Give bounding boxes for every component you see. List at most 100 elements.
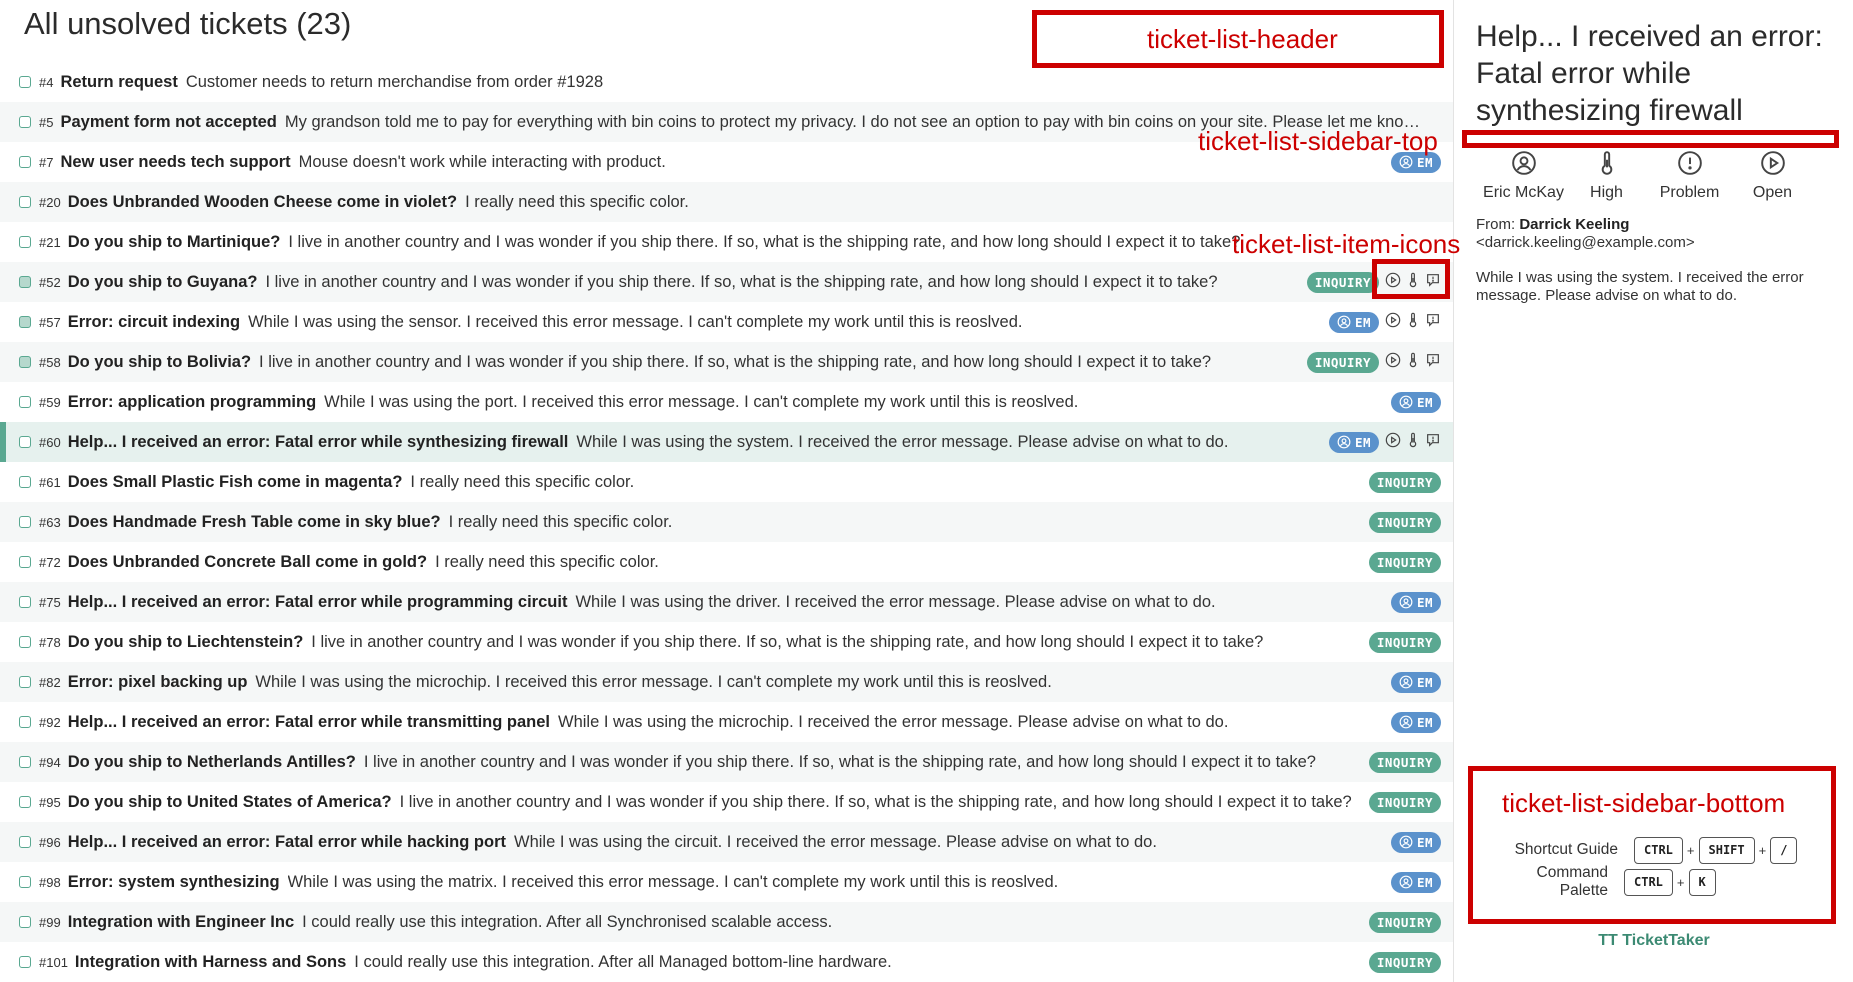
assignee-badge[interactable]: EM [1328,431,1379,453]
ticket-row[interactable]: #82 Error: pixel backing up While I was us… [0,662,1453,702]
ticket-badges: INQUIRY [1368,551,1441,573]
ticket-row[interactable]: #20 Does Unbranded Wooden Cheese come in … [0,182,1453,222]
ticket-checkbox[interactable] [19,476,31,488]
assignee-initials: EM [1416,594,1433,610]
ticket-row[interactable]: #92 Help... I received an error: Fatal er… [0,702,1453,742]
annotation-label-item-icons: ticket-list-item-icons [1232,229,1461,259]
thermometer-icon[interactable] [1405,352,1421,373]
ticket-title: Do you ship to Martinique? [67,232,281,251]
tag-badge[interactable]: INQUIRY [1368,471,1441,493]
from-email: <darrick.keeling@example.com> [1476,234,1695,251]
tag-badge[interactable]: INQUIRY [1368,751,1441,773]
from-name[interactable]: Darrick Keeling [1519,216,1629,233]
ticket-checkbox[interactable] [19,116,31,128]
ticket-row[interactable]: #96 Help... I received an error: Fatal er… [0,822,1453,862]
play-icon[interactable] [1385,432,1401,453]
thermometer-icon[interactable] [1405,312,1421,333]
ticket-checkbox[interactable] [19,396,31,408]
message-alert-icon[interactable] [1425,352,1441,373]
assignee-badge[interactable]: EM [1390,871,1441,893]
ticket-row[interactable]: #61 Does Small Plastic Fish come in magen… [0,462,1453,502]
play-icon[interactable] [1385,312,1401,333]
ticket-title: Error: application programming [67,392,317,411]
ticket-checkbox[interactable] [19,796,31,808]
ticket-row[interactable]: #78 Do you ship to Liechtenstein? I live i… [0,622,1453,662]
sidebar-field-thermometer[interactable]: High [1565,150,1648,202]
ticket-row[interactable]: #60 Help... I received an error: Fatal er… [0,422,1453,462]
ticket-checkbox[interactable] [19,596,31,608]
tag-badge[interactable]: INQUIRY [1306,351,1379,373]
ticket-id: #4 [39,74,54,90]
ticket-checkbox[interactable] [19,516,31,528]
ticket-checkbox[interactable] [19,236,31,248]
tag-badge[interactable]: INQUIRY [1368,551,1441,573]
ticket-checkbox[interactable] [19,316,31,328]
tag-badge[interactable]: INQUIRY [1368,511,1441,533]
brand-logo[interactable]: TT TicketTaker [1454,932,1853,950]
ticket-list-item-icons [1385,432,1441,453]
ticket-row[interactable]: #63 Does Handmade Fresh Table come in sky… [0,502,1453,542]
assignee-badge[interactable]: EM [1390,831,1441,853]
sidebar-field-label: High [1590,184,1623,201]
ticket-row[interactable]: #75 Help... I received an error: Fatal er… [0,582,1453,622]
assignee-badge[interactable]: EM [1390,591,1441,613]
ticket-description: I live in another country and I was wond… [399,792,1352,811]
sidebar-ticket-title: Help... I received an error: Fatal error… [1476,20,1823,127]
play-icon[interactable] [1385,352,1401,373]
tag-badge[interactable]: INQUIRY [1306,271,1379,293]
ticket-description: While I was using the circuit. I receive… [514,832,1157,851]
ticket-checkbox[interactable] [19,76,31,88]
ticket-badges: EM [1328,311,1441,333]
ticket-row[interactable]: #101 Integration with Harness and Sons I c… [0,942,1453,982]
ticket-checkbox[interactable] [19,196,31,208]
ticket-checkbox[interactable] [19,956,31,968]
ticket-checkbox[interactable] [19,756,31,768]
ticket-checkbox[interactable] [19,836,31,848]
ticket-row[interactable]: #72 Does Unbranded Concrete Ball come in … [0,542,1453,582]
ticket-row[interactable]: #95 Do you ship to United States of Ameri… [0,782,1453,822]
sidebar-field-play[interactable]: Open [1731,150,1814,202]
ticket-checkbox[interactable] [19,556,31,568]
ticket-checkbox[interactable] [19,276,31,288]
ticket-title: Help... I received an error: Fatal error… [67,592,568,611]
ticket-description: I live in another country and I was wond… [363,752,1316,771]
ticket-checkbox[interactable] [19,356,31,368]
thermometer-icon[interactable] [1405,432,1421,453]
ticket-row[interactable]: #58 Do you ship to Bolivia? I live in anot… [0,342,1453,382]
ticket-row[interactable]: #57 Error: circuit indexing While I was us… [0,302,1453,342]
message-alert-icon[interactable] [1425,432,1441,453]
ticket-row[interactable]: #52 Do you ship to Guyana? I live in anoth… [0,262,1453,302]
ticket-checkbox[interactable] [19,676,31,688]
tag-badge[interactable]: INQUIRY [1368,951,1441,973]
user-icon [1337,315,1351,329]
ticket-checkbox[interactable] [19,156,31,168]
assignee-badge[interactable]: EM [1390,391,1441,413]
tag-badge[interactable]: INQUIRY [1368,911,1441,933]
tag-badge[interactable]: INQUIRY [1368,791,1441,813]
ticket-checkbox[interactable] [19,716,31,728]
user-icon [1399,835,1413,849]
ticket-description: While I was using the driver. I received… [575,592,1216,611]
sidebar-field-alert[interactable]: Problem [1648,150,1731,202]
ticket-checkbox[interactable] [19,436,31,448]
annotation-label-sidebar-top: ticket-list-sidebar-top [1198,126,1438,156]
ticket-checkbox[interactable] [19,916,31,928]
ticket-row[interactable]: #98 Error: system synthesizing While I was… [0,862,1453,902]
assignee-initials: EM [1416,714,1433,730]
tag-badge[interactable]: INQUIRY [1368,631,1441,653]
ticket-description: I really need this specific color. [435,552,659,571]
assignee-badge[interactable]: EM [1390,671,1441,693]
ticket-row[interactable]: #94 Do you ship to Netherlands Antilles? I… [0,742,1453,782]
assignee-badge[interactable]: EM [1328,311,1379,333]
ticket-row[interactable]: #59 Error: application programming While I… [0,382,1453,422]
ticket-badges: INQUIRY [1368,511,1441,533]
message-alert-icon[interactable] [1425,312,1441,333]
assignee-badge[interactable]: EM [1390,711,1441,733]
ticket-title: Do you ship to Guyana? [67,272,258,291]
ticket-id: #75 [39,594,61,610]
ticket-checkbox[interactable] [19,636,31,648]
sidebar-field-user[interactable]: Eric McKay [1482,150,1565,202]
ticket-row[interactable]: #4 Return request Customer needs to return… [0,62,1453,102]
ticket-checkbox[interactable] [19,876,31,888]
ticket-row[interactable]: #99 Integration with Engineer Inc I could … [0,902,1453,942]
